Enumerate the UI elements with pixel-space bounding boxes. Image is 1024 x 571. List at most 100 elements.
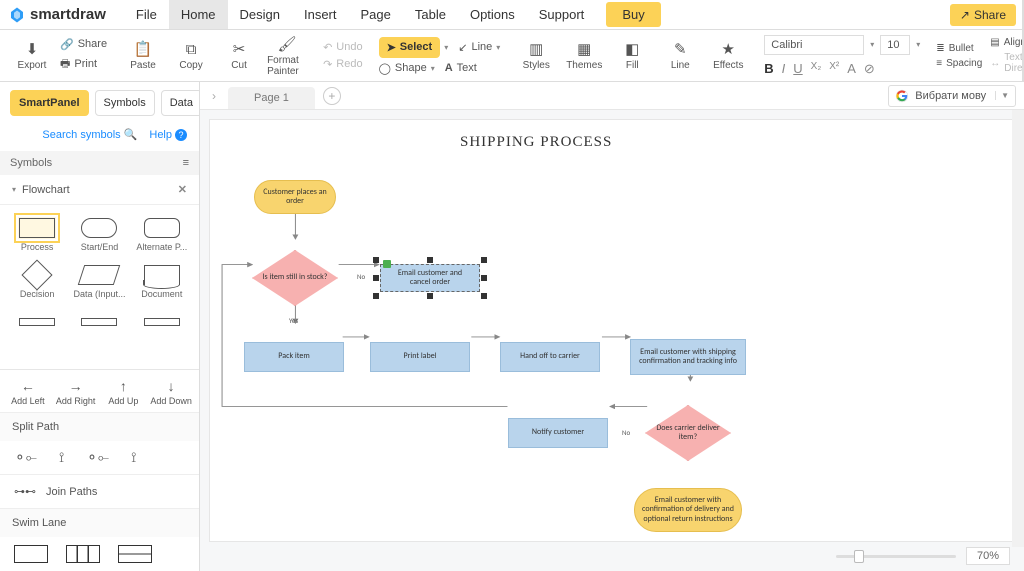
add-down-button[interactable]: ↓Add Down — [147, 378, 195, 406]
shape-more3[interactable] — [131, 305, 193, 339]
arrow-up-icon: ↑ — [100, 378, 148, 394]
add-right-button[interactable]: →Add Right — [52, 378, 100, 406]
canvas[interactable]: SHIPPING PROCESS — [200, 110, 1024, 571]
bold-button[interactable]: B — [764, 61, 773, 77]
node-end[interactable]: Email customer with confirmation of deli… — [634, 488, 742, 532]
paper[interactable]: SHIPPING PROCESS — [210, 120, 1014, 541]
menu-page[interactable]: Page — [349, 0, 403, 29]
diagram-title: SHIPPING PROCESS — [460, 134, 612, 151]
line-style-button[interactable]: ✎Line — [660, 40, 700, 71]
align-button[interactable]: ▤Align — [990, 37, 1024, 48]
shape-process[interactable]: Process — [6, 211, 68, 258]
copy-button[interactable]: ⧉Copy — [171, 41, 211, 71]
add-left-button[interactable]: ←Add Left — [4, 378, 52, 406]
font-color-button[interactable]: A — [847, 61, 856, 77]
text-direction-button[interactable]: ↔Text Direction — [990, 52, 1024, 74]
category-close[interactable]: ✕ — [178, 183, 187, 196]
zoom-value[interactable]: 70% — [966, 547, 1010, 565]
menu-bar: smartdraw File Home Design Insert Page T… — [0, 0, 1024, 30]
select-tool[interactable]: ➤Select — [379, 37, 441, 58]
split-3[interactable]: ⚬⟜ — [86, 449, 109, 466]
buy-button[interactable]: Buy — [606, 2, 660, 27]
font-size-caret[interactable]: ▾ — [916, 40, 920, 49]
vertical-scrollbar[interactable] — [1012, 110, 1024, 547]
shape-document[interactable]: Document — [131, 258, 193, 305]
language-selector[interactable]: Вибрати мову▼ — [888, 85, 1016, 107]
shape-more1[interactable] — [6, 305, 68, 339]
styles-button[interactable]: ▥Styles — [516, 40, 556, 71]
swim-horizontal[interactable] — [118, 545, 152, 563]
shape-more2[interactable] — [68, 305, 130, 339]
tab-smartpanel[interactable]: SmartPanel — [10, 90, 89, 116]
paste-button[interactable]: 📋Paste — [123, 40, 163, 71]
zoom-bar: 70% — [836, 547, 1010, 565]
swim-vertical[interactable] — [66, 545, 100, 563]
brand-text: smartdraw — [30, 6, 106, 23]
text-tool[interactable]: AText — [445, 62, 477, 74]
menu-insert[interactable]: Insert — [292, 0, 349, 29]
node-email-cancel[interactable]: Email customer and cancel order — [380, 264, 480, 292]
node-start[interactable]: Customer places an order — [254, 180, 336, 214]
tab-symbols[interactable]: Symbols — [95, 90, 155, 116]
chevron-down-icon: ▾ — [12, 185, 16, 194]
node-notify[interactable]: Notify customer — [508, 418, 608, 448]
shape-tool[interactable]: ◯Shape▾ — [379, 62, 435, 75]
shape-data[interactable]: Data (Input... — [68, 258, 130, 305]
redo-button[interactable]: ↷Redo — [323, 58, 363, 71]
font-size-select[interactable]: 10 — [880, 35, 910, 55]
rotate-handle[interactable] — [383, 260, 391, 268]
split-1[interactable]: ⚬⟜ — [14, 449, 37, 466]
bullet-button[interactable]: ≣Bullet — [936, 43, 982, 54]
share-button[interactable]: ↗ Share — [950, 4, 1016, 26]
shape-altprocess[interactable]: Alternate P... — [131, 211, 193, 258]
cut-button[interactable]: ✂Cut — [219, 40, 259, 71]
shape-decision[interactable]: Decision — [6, 258, 68, 305]
split-2[interactable]: ⟟ — [59, 449, 64, 466]
node-deliver-decision[interactable]: Does carrier deliver item? — [645, 405, 731, 461]
font-family-caret[interactable]: ▾ — [870, 40, 874, 49]
print-button[interactable]: 🖶Print — [60, 55, 107, 74]
swim-single[interactable] — [14, 545, 48, 563]
menu-file[interactable]: File — [124, 0, 169, 29]
underline-button[interactable]: U — [793, 61, 802, 77]
italic-button[interactable]: I — [782, 61, 786, 77]
line-tool[interactable]: ↙Line▾ — [458, 41, 500, 54]
menu-table[interactable]: Table — [403, 0, 458, 29]
menu-icon[interactable]: ≡ — [183, 157, 189, 169]
node-print[interactable]: Print label — [370, 342, 470, 372]
themes-button[interactable]: ▦Themes — [564, 40, 604, 71]
paste-icon: 📋 — [134, 40, 153, 58]
zoom-slider[interactable] — [836, 555, 956, 558]
share-small-button[interactable]: 🔗Share — [60, 38, 107, 51]
spacing-button[interactable]: ≡Spacing — [936, 58, 982, 69]
menu-home[interactable]: Home — [169, 0, 228, 29]
node-email-track[interactable]: Email customer with shipping confirmatio… — [630, 339, 746, 375]
category-flowchart[interactable]: ▾Flowchart✕ — [0, 175, 199, 205]
superscript-button[interactable]: X² — [829, 61, 839, 77]
split-4[interactable]: ⟟ — [131, 449, 136, 466]
effects-button[interactable]: ★Effects — [708, 40, 748, 71]
join-paths-button[interactable]: ⊶⊷Join Paths — [0, 474, 199, 508]
node-handoff[interactable]: Hand off to carrier — [500, 342, 600, 372]
help-link[interactable]: Help ? — [149, 128, 187, 141]
collapse-panel[interactable]: › — [208, 89, 220, 103]
node-stock-decision[interactable]: Is item still in stock? — [252, 250, 338, 306]
tab-data[interactable]: Data — [161, 90, 200, 116]
add-up-button[interactable]: ↑Add Up — [100, 378, 148, 406]
export-button[interactable]: ⬇Export — [12, 40, 52, 71]
subscript-button[interactable]: X₂ — [811, 61, 822, 77]
search-symbols-link[interactable]: Search symbols 🔍 — [42, 128, 137, 141]
page-tab-1[interactable]: Page 1 — [228, 87, 315, 109]
menu-options[interactable]: Options — [458, 0, 527, 29]
menu-support[interactable]: Support — [527, 0, 597, 29]
node-pack[interactable]: Pack item — [244, 342, 344, 372]
font-family-select[interactable]: Calibri — [764, 35, 864, 55]
add-page-button[interactable]: + — [323, 87, 341, 105]
shape-startend[interactable]: Start/End — [68, 211, 130, 258]
clear-format-button[interactable]: ⊘ — [864, 61, 875, 77]
format-painter-button[interactable]: 🖌Format Painter — [267, 35, 307, 77]
undo-button[interactable]: ↶Undo — [323, 41, 363, 54]
fill-button[interactable]: ◧Fill — [612, 40, 652, 71]
select-caret[interactable]: ▾ — [444, 43, 448, 52]
menu-design[interactable]: Design — [228, 0, 292, 29]
